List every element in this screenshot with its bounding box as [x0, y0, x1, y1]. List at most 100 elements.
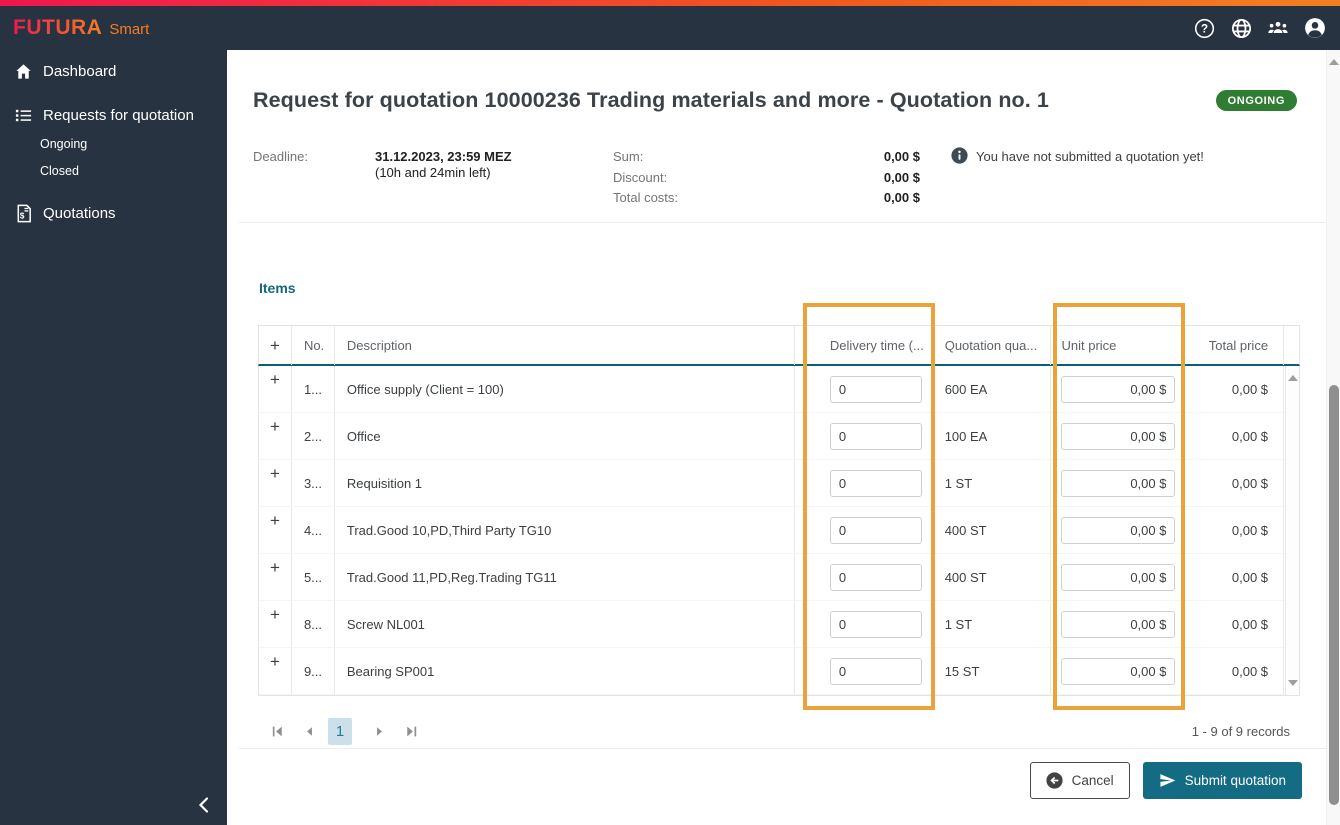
- expand-row-button[interactable]: +: [270, 559, 280, 576]
- scroll-up-icon[interactable]: [1288, 375, 1298, 381]
- row-description: Trad.Good 11,PD,Reg.Trading TG11: [335, 554, 795, 600]
- sidebar-item-quotations[interactable]: $ Quotations: [0, 198, 227, 228]
- row-unit-price-cell: [1051, 460, 1185, 506]
- info-icon: [951, 147, 968, 164]
- row-delivery-cell: [795, 507, 935, 553]
- page-scrollbar[interactable]: [1326, 50, 1340, 825]
- chevron-left-icon: [198, 797, 209, 813]
- sidebar-collapse-button[interactable]: [190, 791, 218, 819]
- column-header-quotation-quantity[interactable]: Quotation qua...: [935, 325, 1052, 365]
- sidebar: Dashboard Requests for quotation Ongoing…: [0, 50, 227, 825]
- scroll-down-icon[interactable]: [1288, 680, 1298, 686]
- account-icon[interactable]: [1304, 17, 1326, 39]
- table-row: + 2... Office 100 EA 0,00 $: [259, 413, 1299, 460]
- unit-price-input[interactable]: [1061, 516, 1176, 544]
- row-quantity: 15 ST: [935, 648, 1052, 694]
- paper-plane-icon: [1160, 774, 1175, 787]
- delivery-time-input[interactable]: [829, 657, 922, 685]
- column-header-total-price[interactable]: Total price: [1184, 325, 1285, 365]
- svg-text:$: $: [19, 211, 24, 220]
- sidebar-item-closed[interactable]: Closed: [0, 157, 227, 184]
- footer-divider: [239, 748, 1328, 749]
- app-logo[interactable]: FUTURA Smart: [13, 16, 149, 40]
- column-header-spacer: [1284, 326, 1299, 365]
- expand-row-button[interactable]: +: [270, 512, 280, 529]
- row-delivery-cell: [795, 460, 935, 506]
- row-number: 3...: [292, 460, 335, 506]
- expand-row-button[interactable]: +: [270, 606, 280, 623]
- row-total-price: 0,00 $: [1184, 366, 1285, 412]
- items-table: + No. Description Delivery time (... Quo…: [258, 325, 1300, 696]
- last-page-button[interactable]: [402, 722, 420, 740]
- pagination: 1 1 - 9 of 9 records: [258, 712, 1300, 750]
- deadline-label: Deadline:: [253, 149, 308, 164]
- discount-value: 0,00 $: [883, 169, 920, 185]
- expand-row-button[interactable]: +: [270, 465, 280, 482]
- expand-row-button[interactable]: +: [270, 418, 280, 435]
- row-description: Office: [335, 413, 795, 459]
- row-delivery-cell: [795, 648, 935, 694]
- list-icon: [14, 106, 33, 125]
- first-page-button[interactable]: [268, 722, 286, 740]
- unit-price-input[interactable]: [1061, 563, 1176, 591]
- topbar: FUTURA Smart ?: [0, 6, 1340, 50]
- table-row: + 4... Trad.Good 10,PD,Third Party TG10 …: [259, 507, 1299, 554]
- delivery-time-input[interactable]: [829, 375, 922, 403]
- items-heading: Items: [259, 280, 296, 296]
- row-unit-price-cell: [1051, 601, 1185, 647]
- table-body: + 1... Office supply (Client = 100) 600 …: [258, 366, 1300, 696]
- row-total-price: 0,00 $: [1184, 460, 1285, 506]
- title-row: Request for quotation 10000236 Trading m…: [253, 78, 1340, 122]
- row-total-price: 0,00 $: [1184, 554, 1285, 600]
- next-page-button[interactable]: [370, 722, 388, 740]
- sidebar-item-dashboard[interactable]: Dashboard: [0, 56, 227, 86]
- unit-price-input[interactable]: [1061, 657, 1176, 685]
- cancel-label: Cancel: [1071, 773, 1114, 788]
- unit-price-input[interactable]: [1061, 422, 1176, 450]
- logo-primary: FUTURA: [13, 16, 103, 39]
- sidebar-item-requests-for-quotation[interactable]: Requests for quotation: [0, 100, 227, 130]
- team-icon[interactable]: [1267, 17, 1289, 39]
- row-expand-cell: +: [259, 413, 292, 459]
- cancel-button[interactable]: Cancel: [1029, 762, 1130, 799]
- submit-quotation-button[interactable]: Submit quotation: [1142, 762, 1302, 799]
- column-header-description[interactable]: Description: [335, 325, 795, 365]
- row-number: 1...: [292, 366, 335, 412]
- delivery-time-input[interactable]: [829, 516, 922, 544]
- delivery-time-input[interactable]: [829, 563, 922, 591]
- delivery-time-input[interactable]: [829, 469, 922, 497]
- table-row: + 5... Trad.Good 11,PD,Reg.Trading TG11 …: [259, 554, 1299, 601]
- discount-label: Discount:: [613, 169, 668, 185]
- column-header-unit-price[interactable]: Unit price: [1051, 325, 1185, 365]
- scrollbar-thumb[interactable]: [1329, 385, 1339, 805]
- delivery-time-input[interactable]: [829, 422, 922, 450]
- no-quotation-notice: You have not submitted a quotation yet!: [951, 147, 1204, 164]
- row-unit-price-cell: [1051, 554, 1185, 600]
- sidebar-item-ongoing[interactable]: Ongoing: [0, 130, 227, 157]
- unit-price-input[interactable]: [1061, 375, 1176, 403]
- column-header-no[interactable]: No.: [292, 325, 335, 365]
- main-content: Request for quotation 10000236 Trading m…: [227, 50, 1340, 825]
- sum-value: 0,00 $: [883, 149, 920, 164]
- expand-all-icon[interactable]: +: [270, 337, 280, 354]
- table-scrollbar[interactable]: [1285, 366, 1299, 695]
- row-expand-cell: +: [259, 460, 292, 506]
- column-header-delivery-time[interactable]: Delivery time (...: [795, 325, 935, 365]
- row-quantity: 400 ST: [935, 554, 1052, 600]
- row-quantity: 100 EA: [935, 413, 1052, 459]
- previous-page-button[interactable]: [300, 722, 318, 740]
- row-number: 2...: [292, 413, 335, 459]
- unit-price-input[interactable]: [1061, 469, 1176, 497]
- help-icon[interactable]: ?: [1193, 17, 1215, 39]
- delivery-time-input[interactable]: [829, 610, 922, 638]
- deadline-value: 31.12.2023, 23:59 MEZ: [375, 149, 512, 164]
- expand-row-button[interactable]: +: [270, 653, 280, 670]
- table-header: + No. Description Delivery time (... Quo…: [258, 325, 1300, 366]
- page-number-button[interactable]: 1: [328, 717, 352, 745]
- language-icon[interactable]: [1230, 17, 1252, 39]
- unit-price-input[interactable]: [1061, 610, 1176, 638]
- row-quantity: 600 EA: [935, 366, 1052, 412]
- row-description: Screw NL001: [335, 601, 795, 647]
- scrollbar-up-icon[interactable]: [1329, 59, 1339, 65]
- expand-row-button[interactable]: +: [270, 371, 280, 388]
